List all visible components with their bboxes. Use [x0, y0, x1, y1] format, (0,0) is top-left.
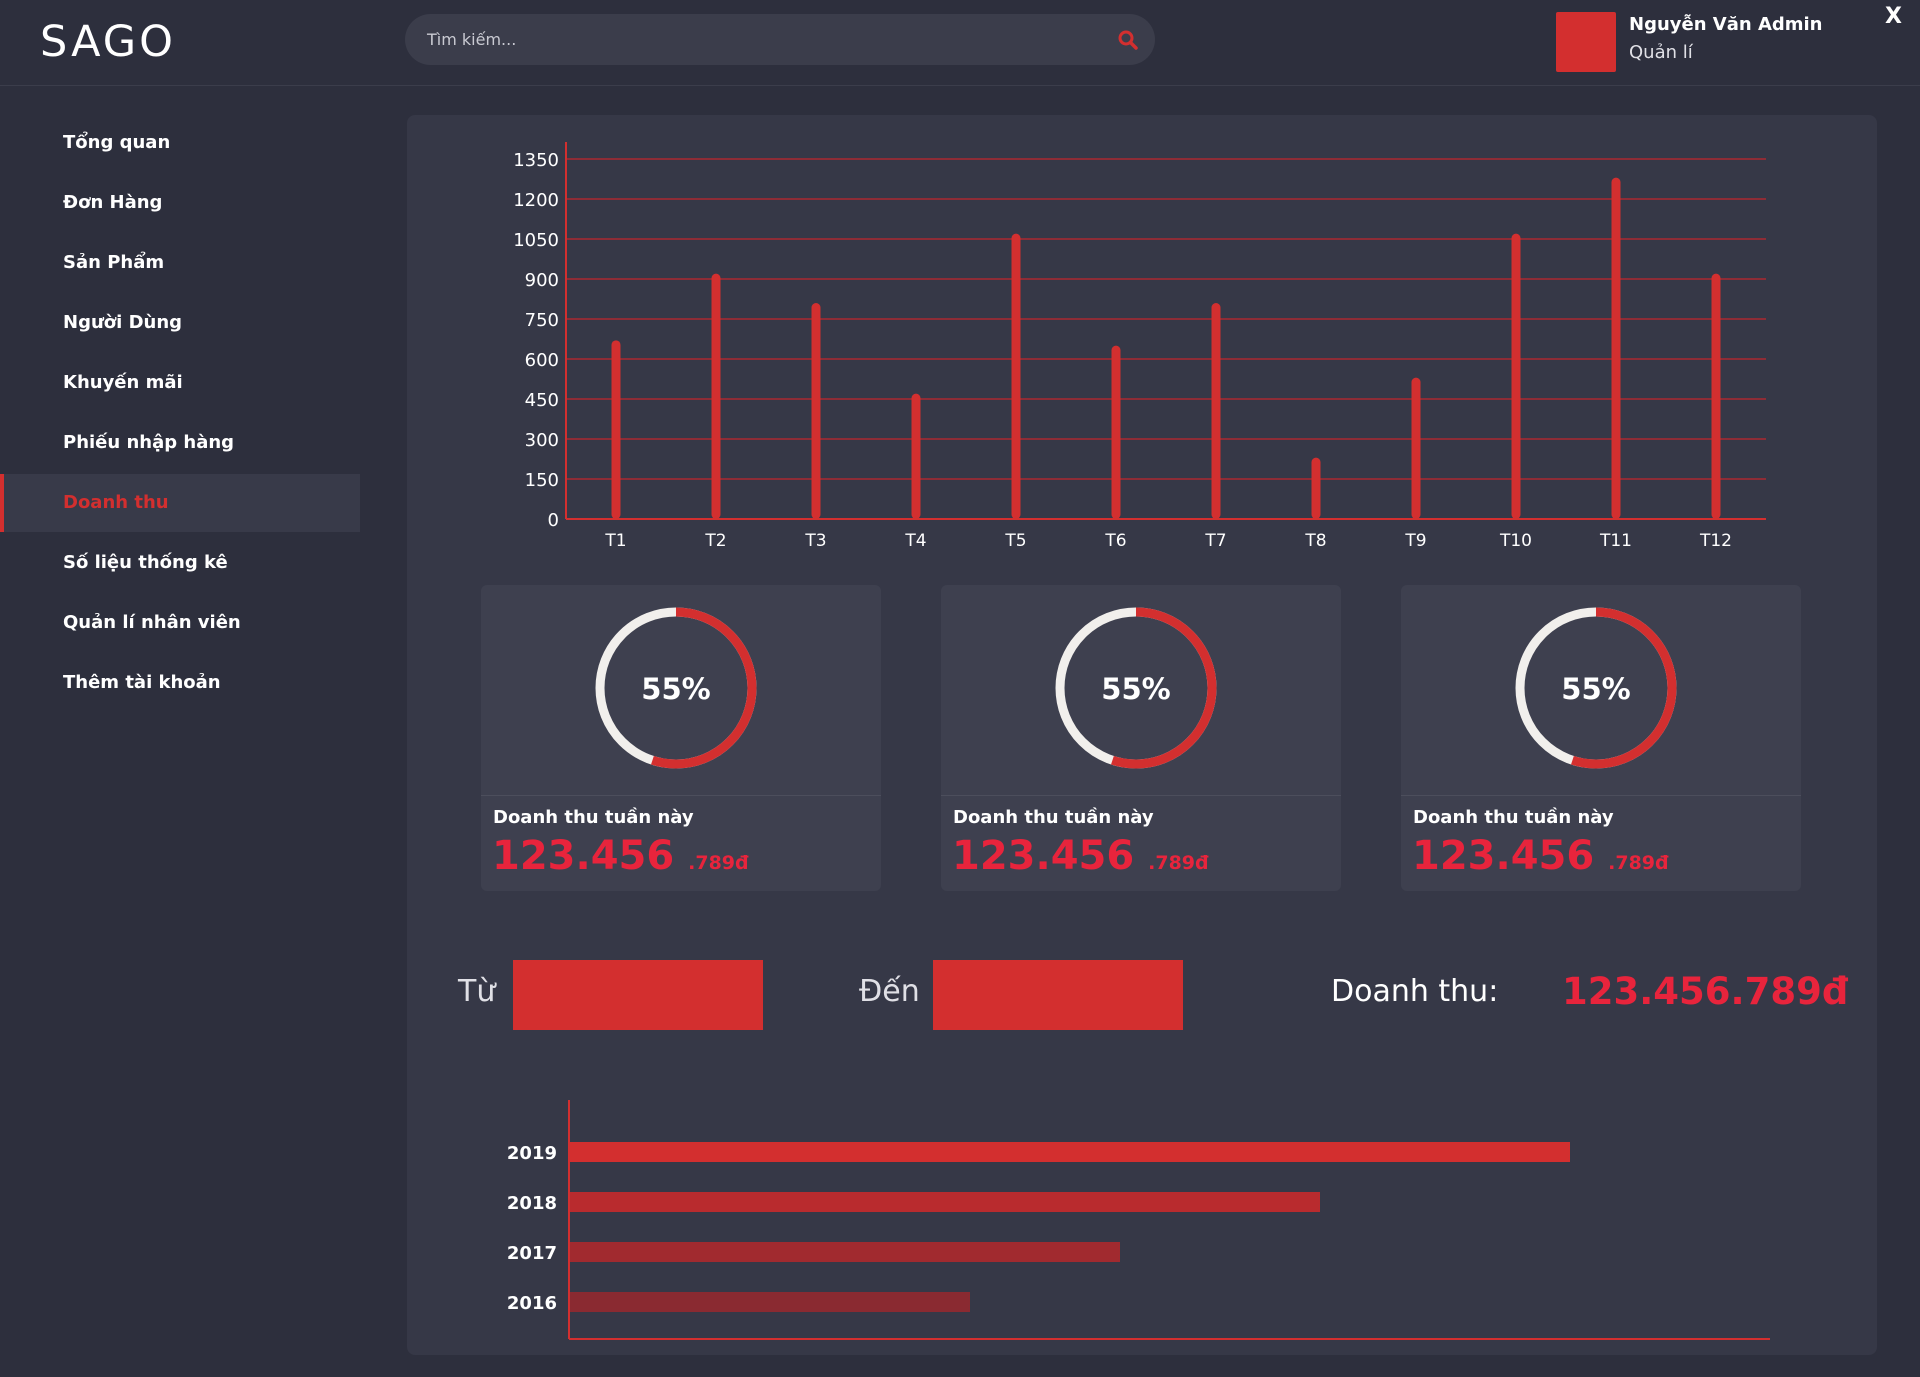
- x-tick-label: T10: [1499, 531, 1532, 551]
- sidebar-item-quan-li-nhan-vien[interactable]: Quản lí nhân viên: [0, 594, 360, 652]
- bar-T2[interactable]: [711, 273, 721, 519]
- gauge-percent: 55%: [1101, 672, 1170, 706]
- x-tick-label: T3: [804, 531, 826, 551]
- card-value-small: .789đ: [1148, 852, 1209, 874]
- card-value-main: 123.456: [492, 833, 675, 879]
- bar-T6[interactable]: [1111, 345, 1121, 519]
- yearly-revenue-chart: 2019 2018 2017 2016: [507, 1100, 1770, 1340]
- card-value-main: 123.456: [952, 833, 1135, 879]
- bar-T3[interactable]: [811, 303, 821, 519]
- card-value-small: .789đ: [688, 852, 749, 874]
- y-tick-label: 0: [548, 510, 559, 531]
- y-tick-label: 1050: [513, 230, 559, 251]
- card-value: 123.456 .789đ: [1412, 833, 1669, 879]
- x-tick-label: T4: [904, 531, 926, 551]
- bar-T7[interactable]: [1211, 303, 1221, 519]
- from-label: Từ: [458, 974, 496, 1009]
- card-label: Doanh thu tuần này: [1413, 807, 1614, 828]
- percent-gauge: 55%: [1515, 607, 1677, 769]
- x-tick-label: T5: [1004, 531, 1026, 551]
- from-date-input[interactable]: [513, 960, 763, 1030]
- bar-T10[interactable]: [1511, 233, 1521, 519]
- card-label: Doanh thu tuần này: [953, 807, 1154, 828]
- y-tick-label: 600: [525, 350, 559, 371]
- y-tick-label: 900: [525, 270, 559, 291]
- bar-T12[interactable]: [1711, 273, 1721, 519]
- x-tick-label: T1: [604, 531, 626, 551]
- gauge-percent: 55%: [1561, 672, 1630, 706]
- y-tick-label: 750: [525, 310, 559, 331]
- gauge-percent: 55%: [641, 672, 710, 706]
- bar-T4[interactable]: [911, 393, 921, 519]
- y-tick-label: 1200: [513, 190, 559, 211]
- to-date-input[interactable]: [933, 960, 1183, 1030]
- revenue-total: 123.456.789đ: [1562, 970, 1849, 1013]
- x-tick-label: T2: [704, 531, 726, 551]
- bar-T5[interactable]: [1011, 233, 1021, 519]
- card-value-main: 123.456: [1412, 833, 1595, 879]
- x-tick-label: T7: [1204, 531, 1226, 551]
- y-tick-label: 300: [525, 430, 559, 451]
- x-tick-label: T8: [1304, 531, 1326, 551]
- x-tick-label: T9: [1404, 531, 1426, 551]
- year-bar-2018[interactable]: [570, 1192, 1320, 1212]
- percent-gauge: 55%: [1055, 607, 1217, 769]
- card-value-small: .789đ: [1608, 852, 1669, 874]
- sidebar-item-them-tai-khoan[interactable]: Thêm tài khoản: [0, 654, 360, 712]
- year-label: 2018: [507, 1193, 557, 1214]
- bar-T9[interactable]: [1411, 377, 1421, 519]
- revenue-label: Doanh thu:: [1331, 974, 1499, 1009]
- y-tick-label: 450: [525, 390, 559, 411]
- card-label: Doanh thu tuần này: [493, 807, 694, 828]
- x-tick-label: T12: [1699, 531, 1732, 551]
- card-divider: [941, 795, 1341, 796]
- revenue-card: 55% Doanh thu tuần này 123.456 .789đ: [481, 585, 881, 891]
- to-label: Đến: [859, 974, 920, 1009]
- year-bar-2016[interactable]: [570, 1292, 970, 1312]
- x-tick-label: T11: [1599, 531, 1632, 551]
- year-label: 2019: [507, 1143, 557, 1164]
- bar-T11[interactable]: [1611, 177, 1621, 519]
- y-tick-label: 1350: [513, 150, 559, 171]
- card-divider: [481, 795, 881, 796]
- card-value: 123.456 .789đ: [492, 833, 749, 879]
- bar-T8[interactable]: [1311, 457, 1321, 519]
- revenue-card: 55% Doanh thu tuần này 123.456 .789đ: [941, 585, 1341, 891]
- card-value: 123.456 .789đ: [952, 833, 1209, 879]
- year-label: 2017: [507, 1243, 557, 1264]
- revenue-card: 55% Doanh thu tuần này 123.456 .789đ: [1401, 585, 1801, 891]
- year-bar-2019[interactable]: [570, 1142, 1570, 1162]
- card-divider: [1401, 795, 1801, 796]
- x-tick-label: T6: [1104, 531, 1126, 551]
- percent-gauge: 55%: [595, 607, 757, 769]
- monthly-revenue-chart: 0 150 300 450 600 750 900 1050 1200 1350 T1 T2 T3 T4 T…: [513, 142, 1766, 551]
- bar-T1[interactable]: [611, 340, 621, 519]
- y-tick-label: 150: [525, 470, 559, 491]
- year-label: 2016: [507, 1293, 557, 1314]
- year-bar-2017[interactable]: [570, 1242, 1120, 1262]
